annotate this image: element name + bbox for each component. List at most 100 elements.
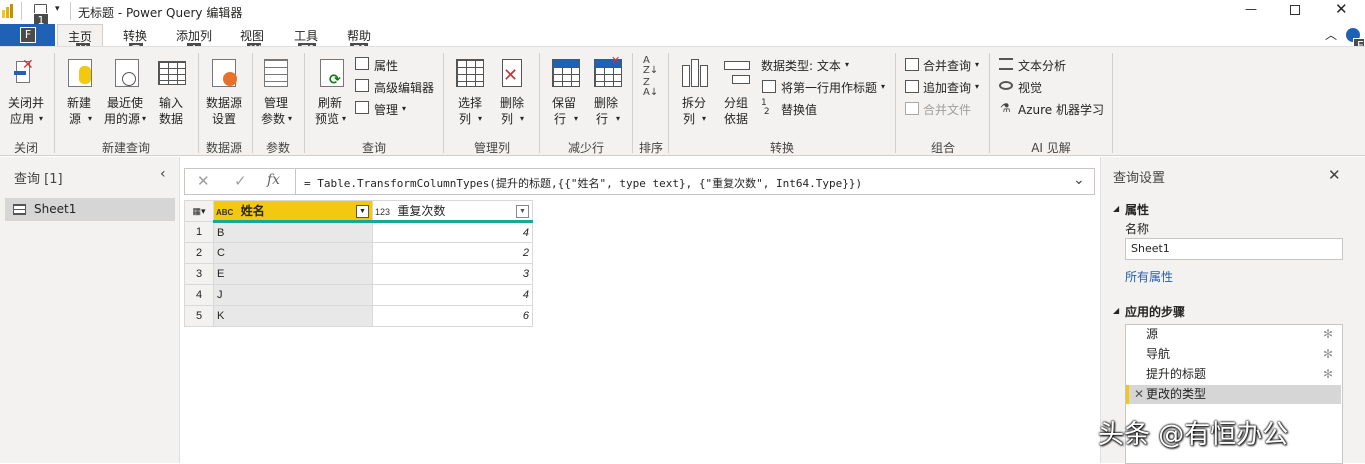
merge-queries-icon [905,58,919,71]
delete-step-icon[interactable]: ✕ [1134,385,1144,404]
remove-columns-label1[interactable]: 删除 [494,95,530,111]
row-number[interactable]: 1 [184,221,214,243]
cell-count[interactable]: 3 [372,263,533,285]
properties-button[interactable]: 属性 [374,57,398,74]
merge-queries-button[interactable]: 合并查询 [923,57,971,74]
cancel-formula-icon[interactable]: ✕ [197,172,210,190]
remove-rows-label2[interactable]: 行 [588,111,616,127]
group-by-label2[interactable]: 依据 [718,111,754,127]
steps-collapse-icon[interactable]: ◢ [1113,306,1119,315]
minimize-button[interactable]: — [1245,2,1257,16]
column-header-count[interactable]: 123 重复次数 ▼ [372,200,533,223]
refresh-preview-label2[interactable]: 预览 [312,111,342,127]
row-number[interactable]: 2 [184,242,214,264]
column-count-label: 重复次数 [397,204,446,218]
step-changed-type[interactable]: ✕ 更改的类型 [1126,385,1341,404]
step-label: 源 [1146,327,1159,341]
table-menu-icon[interactable]: ▦▾ [184,200,214,222]
name-input-value: Sheet1 [1131,242,1170,255]
gear-icon[interactable]: ✻ [1323,365,1333,384]
cell-count[interactable]: 4 [372,221,533,243]
number-type-icon[interactable]: 123 [375,207,390,217]
text-type-icon[interactable]: ABC [216,208,233,217]
close-apply-label2[interactable]: 应用 [5,111,39,127]
row-number[interactable]: 4 [184,284,214,306]
close-apply-label1[interactable]: 关闭并 [5,95,47,111]
azure-ml-button[interactable]: Azure 机器学习 [1018,101,1104,118]
remove-rows-label1[interactable]: 删除 [588,95,624,111]
sort-ascending-icon[interactable]: A Z↓ [643,56,658,76]
data-grid: ▦▾ ABC 姓名 ▼ 123 重复次数 ▼ 1B4 2C2 3E3 4J4 5… [184,200,533,327]
cell-count[interactable]: 2 [372,242,533,264]
new-source-label2[interactable]: 源 [62,111,88,127]
gear-icon[interactable]: ✻ [1323,325,1333,344]
customize-qa-icon[interactable]: ▾ [55,4,60,14]
cell-name[interactable]: E [213,263,373,285]
enter-data-label1[interactable]: 输入 [154,95,188,111]
name-input[interactable]: Sheet1 [1125,238,1343,260]
split-column-label2[interactable]: 列 [676,111,702,127]
advanced-editor-button[interactable]: 高级编辑器 [374,79,434,96]
refresh-preview-label1[interactable]: 刷新 [312,95,348,111]
close-pane-icon[interactable]: ✕ [1328,166,1341,184]
keep-rows-label1[interactable]: 保留 [546,95,582,111]
collapse-pane-icon[interactable]: ‹ [160,166,166,182]
recent-sources-label2[interactable]: 用的源 [102,111,142,127]
append-queries-button[interactable]: 追加查询 [923,79,971,96]
row-number[interactable]: 3 [184,263,214,285]
group-manage-columns: 管理列 [473,141,510,155]
text-analytics-button[interactable]: 文本分析 [1018,57,1066,74]
row-number[interactable]: 5 [184,305,214,327]
group-parameters: 参数 [265,141,290,155]
fx-icon[interactable]: fx [267,172,280,188]
confirm-formula-icon[interactable]: ✓ [234,172,247,190]
manage-params-label2[interactable]: 参数 [258,111,288,127]
step-promoted-headers[interactable]: 提升的标题 ✻ [1126,365,1341,384]
gear-icon[interactable]: ✻ [1323,345,1333,364]
recent-sources-icon [115,59,139,87]
manage-button[interactable]: 管理 [374,101,398,118]
cell-name[interactable]: B [213,221,373,243]
cell-count[interactable]: 6 [372,305,533,327]
cell-name[interactable]: J [213,284,373,306]
step-navigation[interactable]: 导航 ✻ [1126,345,1341,364]
cell-count[interactable]: 4 [372,284,533,306]
data-type-button[interactable]: 数据类型: 文本 [761,57,841,74]
filter-dropdown-icon[interactable]: ▼ [356,205,369,218]
query-settings-title: 查询设置 [1113,171,1166,186]
datasource-settings-label2[interactable]: 设置 [202,111,246,127]
remove-columns-label2[interactable]: 列 [494,111,520,127]
formula-input[interactable]: = Table.TransformColumnTypes(提升的标题,{{"姓名… [304,175,862,191]
append-queries-icon [905,80,919,93]
use-first-row-button[interactable]: 将第一行用作标题 [781,79,877,96]
step-source[interactable]: 源 ✻ [1126,325,1341,344]
keep-rows-label2[interactable]: 行 [546,111,574,127]
properties-collapse-icon[interactable]: ◢ [1113,204,1119,213]
collapse-ribbon-icon[interactable]: ︿ [1325,26,1337,43]
split-column-label1[interactable]: 拆分 [676,95,712,111]
remove-columns-icon: ✕ [498,59,526,87]
manage-params-label1[interactable]: 管理 [258,95,294,111]
expand-formula-icon[interactable]: ⌄ [1073,172,1085,188]
all-properties-link[interactable]: 所有属性 [1125,268,1173,285]
table-row: 1B4 [184,221,533,243]
sort-descending-icon[interactable]: Z A↓ [643,78,658,98]
close-window-button[interactable]: ✕ [1335,0,1348,18]
group-by-label1[interactable]: 分组 [718,95,754,111]
step-label: 导航 [1146,347,1171,361]
cell-name[interactable]: K [213,305,373,327]
restore-button[interactable] [1290,5,1300,15]
datasource-settings-icon [212,59,237,87]
vision-button[interactable]: 视觉 [1018,79,1042,96]
replace-values-button[interactable]: 替换值 [781,101,817,118]
new-source-label1[interactable]: 新建 [62,95,96,111]
recent-sources-label1[interactable]: 最近使 [104,95,146,111]
datasource-settings-label1[interactable]: 数据源 [202,95,246,111]
enter-data-label2[interactable]: 数据 [154,111,188,127]
cell-name[interactable]: C [213,242,373,264]
filter-dropdown-icon[interactable]: ▼ [516,205,529,218]
choose-columns-label1[interactable]: 选择 [452,95,488,111]
column-header-name[interactable]: ABC 姓名 ▼ [213,200,373,223]
query-item-sheet1[interactable]: Sheet1 [5,198,175,221]
choose-columns-label2[interactable]: 列 [452,111,478,127]
